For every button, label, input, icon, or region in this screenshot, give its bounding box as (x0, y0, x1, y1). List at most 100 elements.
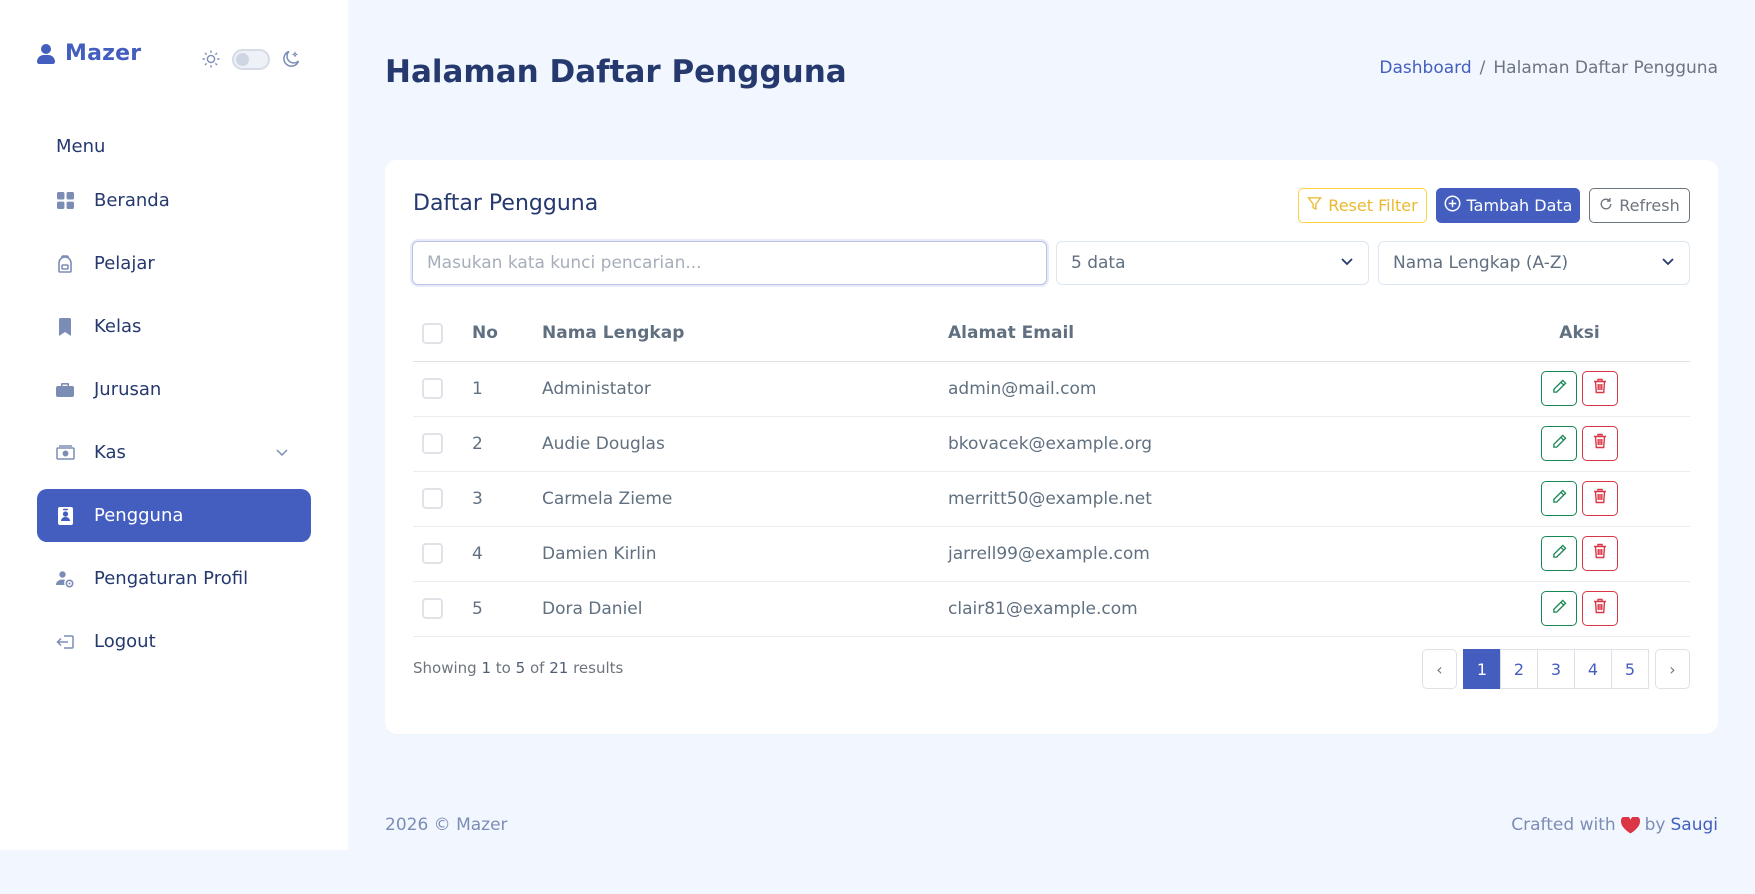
moon-icon (280, 48, 302, 70)
trash-icon (1593, 433, 1607, 454)
cash-icon (55, 443, 75, 463)
sidebar-item-label: Logout (94, 631, 156, 652)
pagination-page[interactable]: 2 (1500, 649, 1538, 689)
cell-name: Carmela Zieme (542, 471, 948, 527)
per-page-select[interactable]: 5 data (1056, 241, 1369, 285)
person-gear-icon (55, 569, 75, 589)
cell-email: bkovacek@example.org (948, 416, 1469, 472)
cell-no: 3 (472, 471, 542, 527)
per-page-value: 5 data (1071, 253, 1126, 273)
sidebar-item-label: Pengaturan Profil (94, 568, 249, 589)
edit-button[interactable] (1541, 536, 1577, 571)
pagination-page[interactable]: 1 (1463, 649, 1501, 689)
breadcrumb: Dashboard / Halaman Daftar Pengguna (1379, 58, 1718, 78)
table-row: 4 Damien Kirlin jarrell99@example.com (413, 526, 1690, 582)
pagination: ‹ 1 2 3 4 5 › (1422, 649, 1690, 689)
backpack-icon (55, 254, 75, 274)
logout-icon (55, 632, 75, 652)
trash-icon (1593, 598, 1607, 619)
row-checkbox[interactable] (422, 543, 443, 564)
row-checkbox[interactable] (422, 488, 443, 509)
reset-filter-button[interactable]: Reset Filter (1298, 188, 1427, 223)
edit-button[interactable] (1541, 481, 1577, 516)
sidebar-item-label: Pelajar (94, 253, 155, 274)
theme-toggle[interactable] (232, 48, 270, 70)
sort-value: Nama Lengkap (A-Z) (1393, 253, 1569, 273)
pagination-prev[interactable]: ‹ (1422, 649, 1457, 689)
refresh-button[interactable]: Refresh (1589, 188, 1690, 223)
reset-filter-label: Reset Filter (1328, 196, 1418, 215)
summary-word: results (573, 659, 624, 677)
edit-button[interactable] (1541, 371, 1577, 406)
pagination-page[interactable]: 5 (1611, 649, 1649, 689)
sidebar-item-kas[interactable]: Kas (37, 426, 311, 479)
trash-icon (1593, 488, 1607, 509)
select-all-checkbox[interactable] (422, 322, 443, 344)
footer-credit: Crafted with by Saugi (1511, 815, 1718, 835)
users-card: Daftar Pengguna Reset Filter Tambah Data… (385, 160, 1718, 734)
sidebar-item-kelas[interactable]: Kelas (37, 300, 311, 353)
breadcrumb-separator: / (1479, 58, 1486, 78)
trash-icon (1593, 378, 1607, 399)
bookmark-icon (55, 317, 75, 337)
sidebar-item-logout[interactable]: Logout (37, 615, 311, 668)
heart-icon (1620, 816, 1640, 834)
summary-from: 1 (481, 659, 491, 677)
search-input[interactable] (412, 241, 1047, 285)
footer-author-link[interactable]: Saugi (1671, 815, 1719, 835)
cell-name: Audie Douglas (542, 416, 948, 472)
sidebar-item-pelajar[interactable]: Pelajar (37, 237, 311, 290)
pagination-page[interactable]: 3 (1537, 649, 1575, 689)
row-checkbox[interactable] (422, 433, 443, 454)
person-icon (36, 40, 56, 66)
cell-email: jarrell99@example.com (948, 526, 1469, 582)
footer-crafted: Crafted with (1511, 815, 1616, 835)
delete-button[interactable] (1582, 426, 1618, 461)
cell-name: Dora Daniel (542, 581, 948, 637)
refresh-label: Refresh (1619, 196, 1680, 215)
funnel-icon (1307, 196, 1323, 215)
add-data-button[interactable]: Tambah Data (1436, 188, 1580, 223)
row-checkbox[interactable] (422, 598, 443, 619)
sidebar-item-jurusan[interactable]: Jurusan (37, 363, 311, 416)
cell-name: Administator (542, 361, 948, 417)
pencil-icon (1552, 378, 1567, 399)
page-title: Halaman Daftar Pengguna (385, 54, 847, 90)
menu-title: Menu (56, 136, 106, 157)
edit-button[interactable] (1541, 426, 1577, 461)
delete-button[interactable] (1582, 371, 1618, 406)
row-checkbox[interactable] (422, 378, 443, 399)
cell-name: Damien Kirlin (542, 526, 948, 582)
sort-select[interactable]: Nama Lengkap (A-Z) (1378, 241, 1690, 285)
pagination-page[interactable]: 4 (1574, 649, 1612, 689)
sidebar-menu: Beranda Pelajar Kelas Jurusan Kas Penggu… (37, 174, 311, 678)
add-data-label: Tambah Data (1466, 196, 1573, 215)
pagination-next[interactable]: › (1655, 649, 1690, 689)
cell-no: 4 (472, 526, 542, 582)
refresh-icon (1599, 196, 1613, 215)
sidebar-item-pengaturan-profil[interactable]: Pengaturan Profil (37, 552, 311, 605)
brand-logo[interactable]: Mazer (36, 40, 141, 66)
table-header-row: No Nama Lengkap Alamat Email Aksi (413, 306, 1690, 362)
cell-no: 1 (472, 361, 542, 417)
edit-button[interactable] (1541, 591, 1577, 626)
sidebar-item-pengguna[interactable]: Pengguna (37, 489, 311, 542)
sidebar-item-beranda[interactable]: Beranda (37, 174, 311, 227)
sun-icon (200, 48, 222, 70)
summary-word: of (529, 659, 545, 677)
sidebar-item-label: Jurusan (94, 379, 162, 400)
delete-button[interactable] (1582, 536, 1618, 571)
grid-icon (55, 191, 75, 211)
delete-button[interactable] (1582, 591, 1618, 626)
breadcrumb-link-dashboard[interactable]: Dashboard (1379, 58, 1471, 78)
cell-no: 5 (472, 581, 542, 637)
cell-email: merritt50@example.net (948, 471, 1469, 527)
cell-email: clair81@example.com (948, 581, 1469, 637)
summary-word: to (495, 659, 511, 677)
pencil-icon (1552, 433, 1567, 454)
theme-switcher (200, 48, 302, 70)
sidebar-item-label: Beranda (94, 190, 170, 211)
delete-button[interactable] (1582, 481, 1618, 516)
table-row: 3 Carmela Zieme merritt50@example.net (413, 471, 1690, 527)
cell-no: 2 (472, 416, 542, 472)
